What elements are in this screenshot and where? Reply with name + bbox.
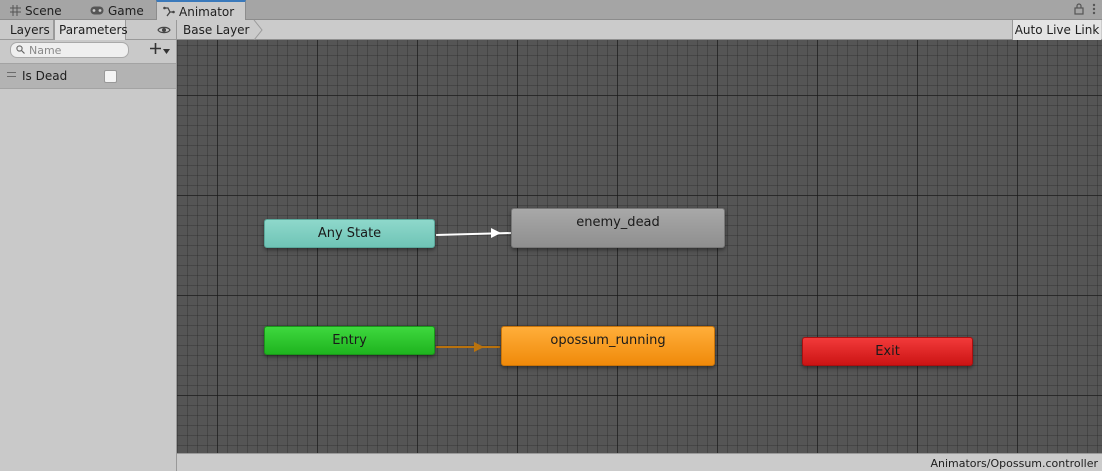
panel-tabs: Layers Parameters bbox=[0, 20, 177, 40]
any-state-node[interactable]: Any State bbox=[264, 219, 435, 248]
plus-icon bbox=[150, 43, 161, 57]
lock-icon[interactable] bbox=[1074, 3, 1084, 18]
tab-layers[interactable]: Layers bbox=[6, 20, 54, 40]
window-tab-bar: Scene Game Animator bbox=[0, 0, 1102, 21]
enemy-dead-label: enemy_dead bbox=[576, 215, 660, 230]
tab-scene-label: Scene bbox=[25, 3, 62, 18]
entry-node[interactable]: Entry bbox=[264, 326, 435, 355]
default-transition-entry-to-running[interactable] bbox=[436, 342, 500, 352]
any-state-label: Any State bbox=[317, 226, 382, 241]
state-enemy-dead[interactable]: enemy_dead bbox=[511, 208, 725, 248]
animator-icon bbox=[163, 6, 175, 17]
tab-parameters[interactable]: Parameters bbox=[54, 20, 128, 40]
tab-layers-label: Layers bbox=[10, 23, 50, 37]
parameter-search-row bbox=[0, 40, 177, 62]
auto-live-link-button[interactable]: Auto Live Link bbox=[1012, 20, 1101, 40]
parameter-name: Is Dead bbox=[22, 69, 68, 83]
parameter-bool-checkbox[interactable] bbox=[104, 70, 117, 83]
exit-node[interactable]: Exit bbox=[802, 337, 973, 366]
exit-label: Exit bbox=[875, 344, 900, 359]
tab-animator[interactable]: Animator bbox=[156, 0, 246, 21]
add-parameter-button[interactable] bbox=[147, 41, 173, 59]
auto-live-link-label: Auto Live Link bbox=[1014, 23, 1100, 37]
state-opossum-running[interactable]: opossum_running bbox=[501, 326, 715, 366]
eye-icon[interactable] bbox=[157, 24, 171, 38]
tab-parameters-label: Parameters bbox=[59, 23, 128, 37]
state-machine-graph[interactable]: Any State enemy_dead Entry opossum_runni… bbox=[177, 40, 1102, 453]
gamepad-icon bbox=[90, 6, 104, 15]
entry-label: Entry bbox=[332, 333, 367, 348]
search-icon bbox=[16, 43, 25, 57]
breadcrumb: Base Layer Auto Live Link bbox=[177, 19, 1102, 41]
status-bar: Animators/Opossum.controller bbox=[177, 453, 1102, 471]
window-controls bbox=[1074, 3, 1096, 18]
breadcrumb-base-layer[interactable]: Base Layer bbox=[177, 20, 261, 40]
opossum-running-label: opossum_running bbox=[550, 333, 666, 348]
parameters-panel: Layers Parameters Is Dead bbox=[0, 20, 177, 471]
breadcrumb-label: Base Layer bbox=[183, 23, 250, 37]
more-menu-icon[interactable] bbox=[1092, 3, 1096, 18]
tab-scene[interactable]: Scene bbox=[4, 1, 78, 20]
parameter-row[interactable]: Is Dead bbox=[0, 63, 176, 89]
tab-game-label: Game bbox=[108, 3, 144, 18]
search-box[interactable] bbox=[10, 42, 129, 58]
tab-animator-label: Animator bbox=[179, 4, 235, 19]
drag-handle-icon[interactable] bbox=[7, 72, 16, 77]
chevron-down-icon bbox=[163, 43, 170, 57]
tab-game[interactable]: Game bbox=[84, 1, 154, 20]
transition-any-state-to-enemy-dead[interactable] bbox=[435, 228, 512, 238]
grid-icon bbox=[10, 5, 21, 16]
controller-path: Animators/Opossum.controller bbox=[930, 457, 1098, 470]
search-input[interactable] bbox=[29, 43, 123, 57]
